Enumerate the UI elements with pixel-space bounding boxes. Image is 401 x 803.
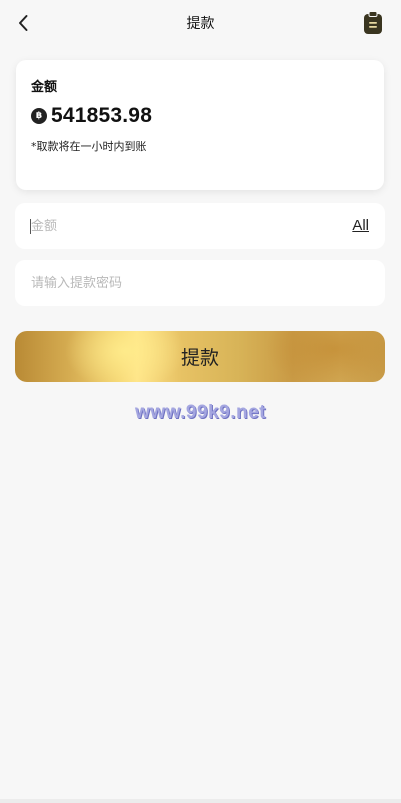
- withdraw-password-input[interactable]: [31, 260, 371, 306]
- balance-amount: 541853.98: [51, 104, 153, 127]
- top-bar: 提款: [0, 0, 401, 46]
- balance-note: *取款将在一小时内到账: [31, 140, 147, 153]
- amount-input[interactable]: [31, 203, 331, 249]
- all-amount-button[interactable]: All: [352, 217, 369, 234]
- balance-label: 金额: [31, 80, 58, 95]
- baht-coin-icon: ฿: [31, 108, 47, 124]
- withdraw-submit-button[interactable]: 提款: [15, 331, 385, 382]
- balance-row: ฿ 541853.98: [31, 104, 152, 128]
- password-field-container: [15, 260, 385, 306]
- clipboard-icon: [364, 11, 382, 34]
- balance-card: 金额 ฿ 541853.98 *取款将在一小时内到账: [16, 60, 384, 190]
- page-title: 提款: [186, 16, 215, 32]
- amount-field-container: All: [15, 203, 385, 249]
- bottom-divider: [0, 799, 401, 803]
- records-button[interactable]: [363, 11, 383, 35]
- watermark-text: www.99k9.net: [135, 402, 266, 423]
